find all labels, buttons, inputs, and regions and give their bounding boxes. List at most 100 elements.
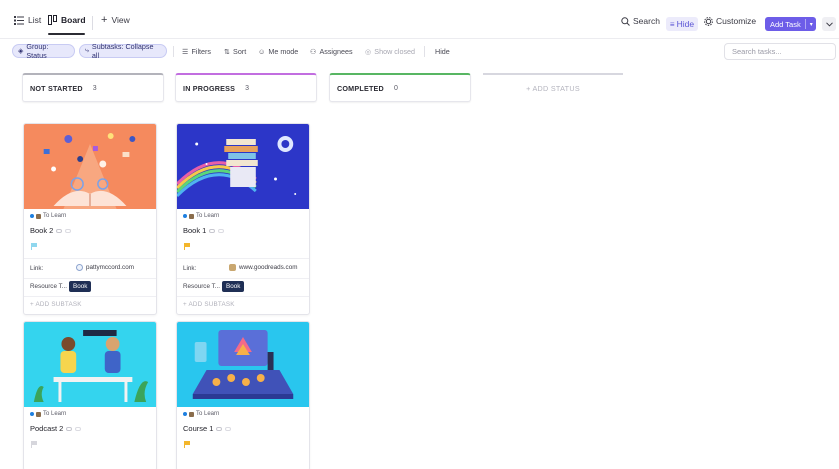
- plus-icon: +: [101, 13, 108, 26]
- check-circle-icon: ◎: [365, 47, 372, 56]
- space-dot-icon: [30, 214, 34, 218]
- add-subtask-button[interactable]: + ADD SUBTASK: [183, 301, 235, 308]
- toolbar-divider: [0, 38, 839, 39]
- cover-image: [24, 124, 156, 209]
- column-count: 0: [393, 84, 398, 92]
- link-field-label: Link:: [30, 265, 44, 272]
- task-card-book-1[interactable]: To Learn Book 1 Link: www.goodreads.com …: [176, 123, 310, 315]
- column-count: 3: [245, 84, 250, 92]
- cover-image: [24, 322, 156, 407]
- active-tab-indicator: [48, 33, 85, 35]
- column-title: IN PROGRESS: [183, 83, 236, 93]
- resource-type-label: Resource T...: [183, 283, 220, 290]
- cover-image: [177, 322, 309, 407]
- resource-type-badge[interactable]: Book: [222, 281, 245, 292]
- search-button[interactable]: Search: [621, 16, 660, 26]
- tab-board[interactable]: Board: [48, 15, 86, 25]
- hide-button[interactable]: ≡ Hide: [666, 17, 698, 31]
- list-breadcrumb[interactable]: To Learn: [183, 213, 219, 219]
- add-subtask-button[interactable]: + ADD SUBTASK: [30, 301, 82, 308]
- search-tasks-field[interactable]: [724, 43, 836, 60]
- search-icon: [621, 16, 630, 26]
- priority-flag-icon[interactable]: [184, 441, 190, 448]
- list-name: To Learn: [196, 213, 220, 219]
- column-title: COMPLETED: [337, 83, 384, 93]
- globe-icon: [76, 264, 83, 271]
- assignees-button[interactable]: ⚇ Assignees: [310, 45, 353, 58]
- chevron-down-icon: [825, 21, 833, 27]
- divider: [92, 16, 93, 30]
- edit-icon: [218, 228, 225, 233]
- chevron-down-icon[interactable]: ▾: [810, 21, 813, 28]
- customize-button[interactable]: Customize: [704, 16, 756, 26]
- list-name: To Learn: [43, 411, 67, 417]
- add-view-button[interactable]: + View: [101, 13, 130, 26]
- more-options-button[interactable]: [822, 17, 836, 31]
- priority-flag-icon[interactable]: [184, 243, 190, 250]
- list-breadcrumb[interactable]: To Learn: [30, 213, 66, 219]
- link-field-value[interactable]: pattymccord.com: [76, 264, 134, 271]
- priority-flag-icon[interactable]: [31, 243, 37, 250]
- divider: [24, 278, 156, 279]
- subtask-icon: ⤷: [85, 47, 89, 54]
- group-by-chip[interactable]: ◈ Group: Status: [12, 42, 75, 60]
- task-title-text: Podcast 2: [30, 424, 64, 433]
- column-count: 3: [92, 84, 97, 92]
- folder-icon: [36, 213, 41, 219]
- divider: [424, 46, 425, 57]
- priority-flag-icon[interactable]: [31, 441, 37, 448]
- space-dot-icon: [30, 412, 34, 416]
- tab-list[interactable]: List: [14, 15, 41, 25]
- list-breadcrumb[interactable]: To Learn: [30, 411, 66, 417]
- column-header-completed[interactable]: COMPLETED 0: [329, 73, 471, 102]
- column-header-in-progress[interactable]: IN PROGRESS 3: [175, 73, 317, 102]
- edit-icon: [75, 426, 82, 431]
- task-card-course-1[interactable]: To Learn Course 1: [176, 321, 310, 469]
- filters-button[interactable]: ☰ Filters: [182, 45, 211, 58]
- task-title[interactable]: Book 2: [30, 226, 72, 235]
- group-by-label: Group: Status: [26, 42, 49, 60]
- task-title-text: Book 1: [183, 226, 207, 235]
- sort-icon: ⇅: [224, 47, 231, 56]
- link-field-label: Link:: [183, 265, 197, 272]
- subtask-icon: [56, 228, 63, 233]
- divider: [173, 46, 174, 57]
- task-title[interactable]: Podcast 2: [30, 424, 82, 433]
- hide-filter-button[interactable]: Hide: [435, 45, 450, 58]
- task-title[interactable]: Book 1: [183, 226, 225, 235]
- button-divider: [804, 19, 806, 29]
- list-breadcrumb[interactable]: To Learn: [183, 411, 219, 417]
- task-card-podcast-2[interactable]: To Learn Podcast 2: [23, 321, 157, 469]
- task-title-text: Book 2: [30, 226, 54, 235]
- folder-icon: [189, 213, 194, 219]
- tab-board-label: Board: [61, 15, 86, 25]
- sort-button[interactable]: ⇅ Sort: [224, 45, 246, 58]
- folder-icon: [189, 411, 194, 417]
- resource-type-badge[interactable]: Book: [69, 281, 92, 292]
- show-closed-button[interactable]: ◎ Show closed: [365, 45, 415, 58]
- view-bar: List Board + View Search ≡ Hide Customiz…: [0, 0, 839, 40]
- add-task-button[interactable]: Add Task ▾: [765, 17, 816, 31]
- column-header-not-started[interactable]: NOT STARTED 3: [22, 73, 164, 102]
- link-text: www.goodreads.com: [239, 264, 298, 271]
- divider: [177, 296, 309, 297]
- search-tasks-input[interactable]: [732, 47, 832, 56]
- assignees-label: Assignees: [319, 47, 353, 56]
- me-mode-button[interactable]: ☺ Me mode: [258, 45, 298, 58]
- task-title-text: Course 1: [183, 424, 214, 433]
- subtasks-chip[interactable]: ⤷ Subtasks: Collapse all: [79, 42, 167, 60]
- add-status-button[interactable]: + ADD STATUS: [483, 73, 623, 102]
- resource-type-label: Resource T...: [30, 283, 67, 290]
- task-card-book-2[interactable]: To Learn Book 2 Link: pattymccord.com Re…: [23, 123, 157, 315]
- divider: [24, 296, 156, 297]
- filter-icon: ☰: [182, 47, 189, 56]
- me-mode-label: Me mode: [268, 47, 299, 56]
- gear-icon: [704, 16, 713, 26]
- link-text: pattymccord.com: [86, 264, 134, 271]
- filters-label: Filters: [191, 47, 212, 56]
- link-field-value[interactable]: www.goodreads.com: [229, 264, 297, 271]
- space-dot-icon: [183, 412, 187, 416]
- hide-filter-label: Hide: [435, 47, 450, 56]
- task-title[interactable]: Course 1: [183, 424, 232, 433]
- subtasks-label: Subtasks: Collapse all: [91, 42, 154, 60]
